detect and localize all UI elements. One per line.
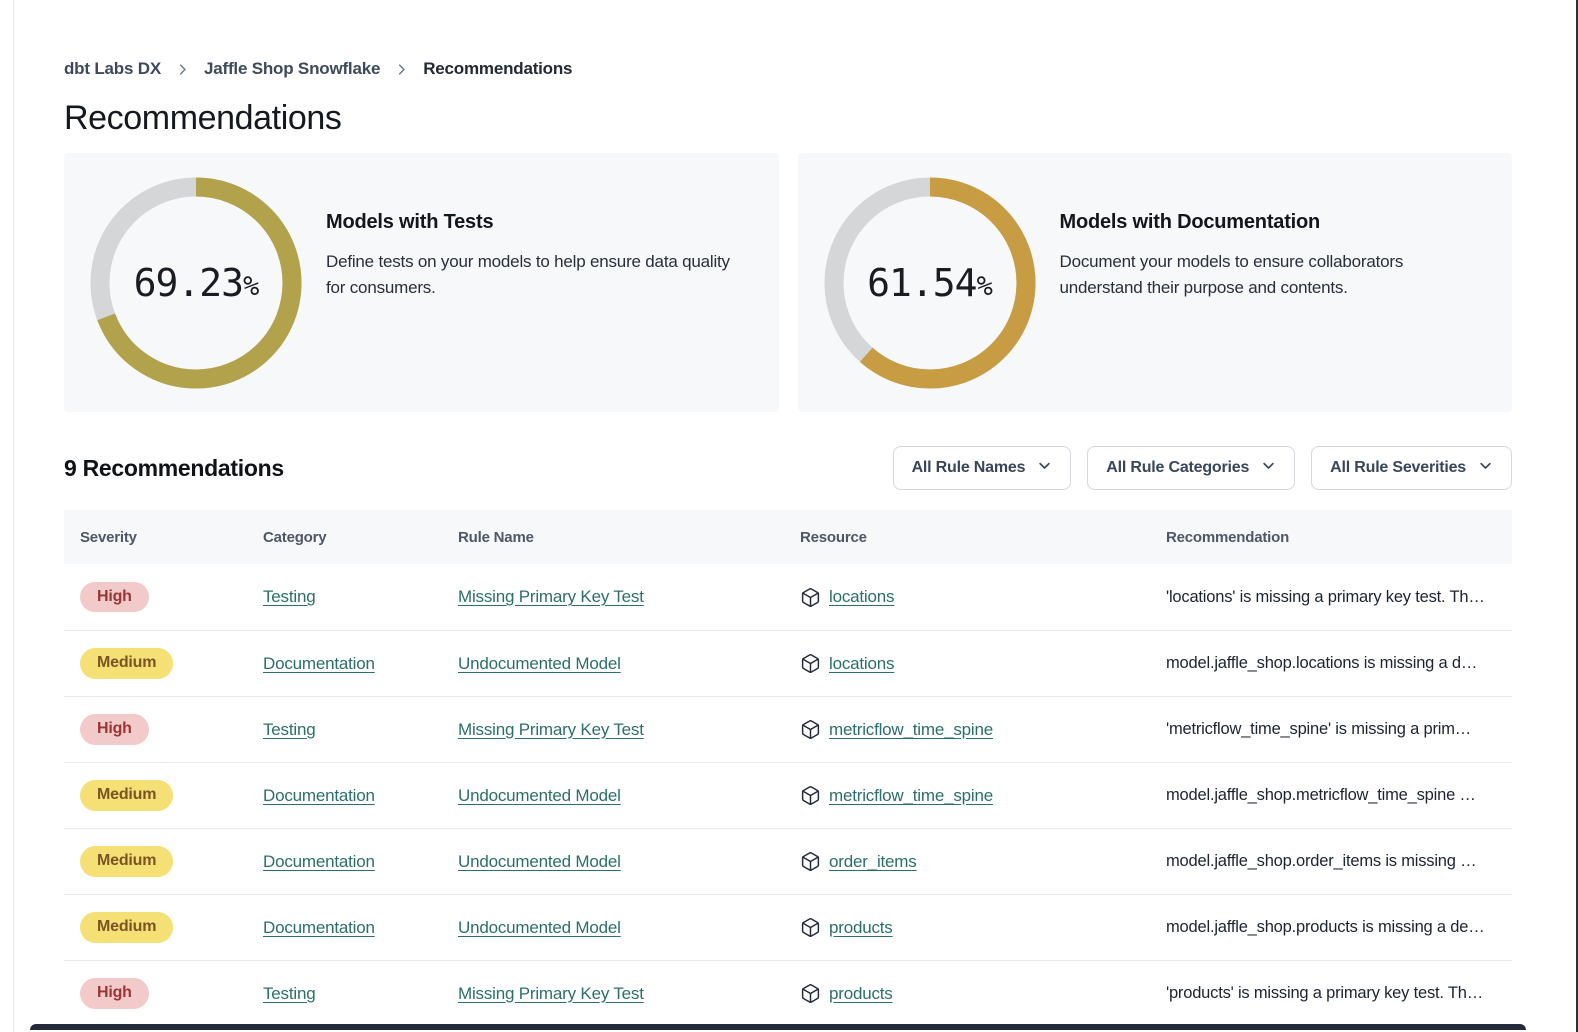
resource-link[interactable]: locations [829,587,894,607]
table-row: High Testing Missing Primary Key Test me… [64,696,1512,762]
model-box-icon [800,983,821,1004]
severity-badge: High [80,714,149,744]
model-box-icon [800,851,821,872]
documentation-percent-value: 61.54% [824,177,1036,389]
rule-name-link[interactable]: Undocumented Model [458,852,621,871]
page-title: Recommendations [64,96,1512,140]
category-link[interactable]: Documentation [263,918,375,937]
list-header: 9 Recommendations All Rule Names All Rul… [64,444,1512,492]
resource-link[interactable]: order_items [829,852,917,872]
column-header-category: Category [263,529,458,546]
resource-link[interactable]: products [829,984,893,1004]
table-body: High Testing Missing Primary Key Test lo… [64,564,1512,1026]
rule-name-link[interactable]: Missing Primary Key Test [458,984,644,1003]
severity-badge: Medium [80,648,173,678]
documentation-card-description: Document your models to ensure collabora… [1060,249,1432,300]
breadcrumb-current: Recommendations [423,59,572,79]
recommendation-text: model.jaffle_shop.order_items is missing… [1166,852,1512,871]
clipped-bottom-element [30,1024,1526,1030]
recommendation-text: 'products' is missing a primary key test… [1166,984,1512,1003]
tests-percent-value: 69.23% [90,177,302,389]
breadcrumb-project-link[interactable]: dbt Labs DX [64,59,161,79]
chevron-right-icon [394,62,409,77]
category-link[interactable]: Testing [263,587,315,606]
severity-badge: Medium [80,912,173,942]
tests-card-text: Models with Tests Define tests on your m… [302,177,755,388]
column-header-severity: Severity [80,529,263,546]
model-box-icon [800,587,821,608]
left-rail-divider [13,0,14,1032]
filter-label: All Rule Severities [1330,459,1466,477]
tests-card-title: Models with Tests [326,211,749,233]
category-link[interactable]: Documentation [263,852,375,871]
models-with-tests-card: 69.23% Models with Tests Define tests on… [64,153,779,412]
model-box-icon [800,917,821,938]
category-link[interactable]: Testing [263,720,315,739]
recommendations-count: 9 Recommendations [64,455,284,482]
main-content: dbt Labs DX Jaffle Shop Snowflake Recomm… [64,56,1512,1026]
all-rule-severities-filter[interactable]: All Rule Severities [1311,446,1512,490]
severity-badge: Medium [80,780,173,810]
rule-name-link[interactable]: Missing Primary Key Test [458,587,644,606]
resource-link[interactable]: metricflow_time_spine [829,720,993,740]
chevron-down-icon [1261,458,1276,478]
severity-badge: Medium [80,846,173,876]
documentation-donut-chart: 61.54% [824,177,1036,389]
severity-badge: High [80,978,149,1008]
resource-link[interactable]: metricflow_time_spine [829,786,993,806]
all-rule-categories-filter[interactable]: All Rule Categories [1087,446,1295,490]
documentation-card-text: Models with Documentation Document your … [1036,177,1438,388]
resource-link[interactable]: products [829,918,893,938]
model-box-icon [800,653,821,674]
metric-cards: 69.23% Models with Tests Define tests on… [64,153,1512,412]
filter-label: All Rule Categories [1106,459,1249,477]
table-row: Medium Documentation Undocumented Model … [64,828,1512,894]
model-box-icon [800,785,821,806]
rule-name-link[interactable]: Undocumented Model [458,786,621,805]
breadcrumb: dbt Labs DX Jaffle Shop Snowflake Recomm… [64,56,1512,82]
recommendation-text: model.jaffle_shop.products is missing a … [1166,918,1512,937]
table-header-row: Severity Category Rule Name Resource Rec… [64,510,1512,564]
table-row: High Testing Missing Primary Key Test lo… [64,564,1512,630]
rule-name-link[interactable]: Undocumented Model [458,654,621,673]
resource-link[interactable]: locations [829,654,894,674]
table-row: Medium Documentation Undocumented Model … [64,894,1512,960]
column-header-recommendation: Recommendation [1166,529,1512,546]
chevron-down-icon [1037,458,1052,478]
models-with-documentation-card: 61.54% Models with Documentation Documen… [798,153,1513,412]
column-header-resource: Resource [800,529,1166,546]
severity-badge: High [80,582,149,612]
table-row: Medium Documentation Undocumented Model … [64,630,1512,696]
documentation-card-title: Models with Documentation [1060,211,1432,233]
category-link[interactable]: Testing [263,984,315,1003]
recommendations-table: Severity Category Rule Name Resource Rec… [64,510,1512,1026]
recommendation-text: model.jaffle_shop.metricflow_time_spine … [1166,786,1512,805]
model-box-icon [800,719,821,740]
recommendation-text: 'metricflow_time_spine' is missing a pri… [1166,720,1512,739]
recommendation-text: model.jaffle_shop.locations is missing a… [1166,654,1512,673]
rule-name-link[interactable]: Undocumented Model [458,918,621,937]
table-row: Medium Documentation Undocumented Model … [64,762,1512,828]
filter-label: All Rule Names [912,459,1026,477]
breadcrumb-environment-link[interactable]: Jaffle Shop Snowflake [204,59,380,79]
all-rule-names-filter[interactable]: All Rule Names [893,446,1072,490]
category-link[interactable]: Documentation [263,786,375,805]
column-header-rule-name: Rule Name [458,529,800,546]
filter-bar: All Rule Names All Rule Categories All R… [893,446,1512,490]
recommendations-page: dbt Labs DX Jaffle Shop Snowflake Recomm… [0,0,1578,1032]
chevron-down-icon [1478,458,1493,478]
category-link[interactable]: Documentation [263,654,375,673]
table-row: High Testing Missing Primary Key Test pr… [64,960,1512,1026]
chevron-right-icon [175,62,190,77]
tests-card-description: Define tests on your models to help ensu… [326,249,749,300]
tests-donut-chart: 69.23% [90,177,302,389]
recommendation-text: 'locations' is missing a primary key tes… [1166,588,1512,607]
rule-name-link[interactable]: Missing Primary Key Test [458,720,644,739]
